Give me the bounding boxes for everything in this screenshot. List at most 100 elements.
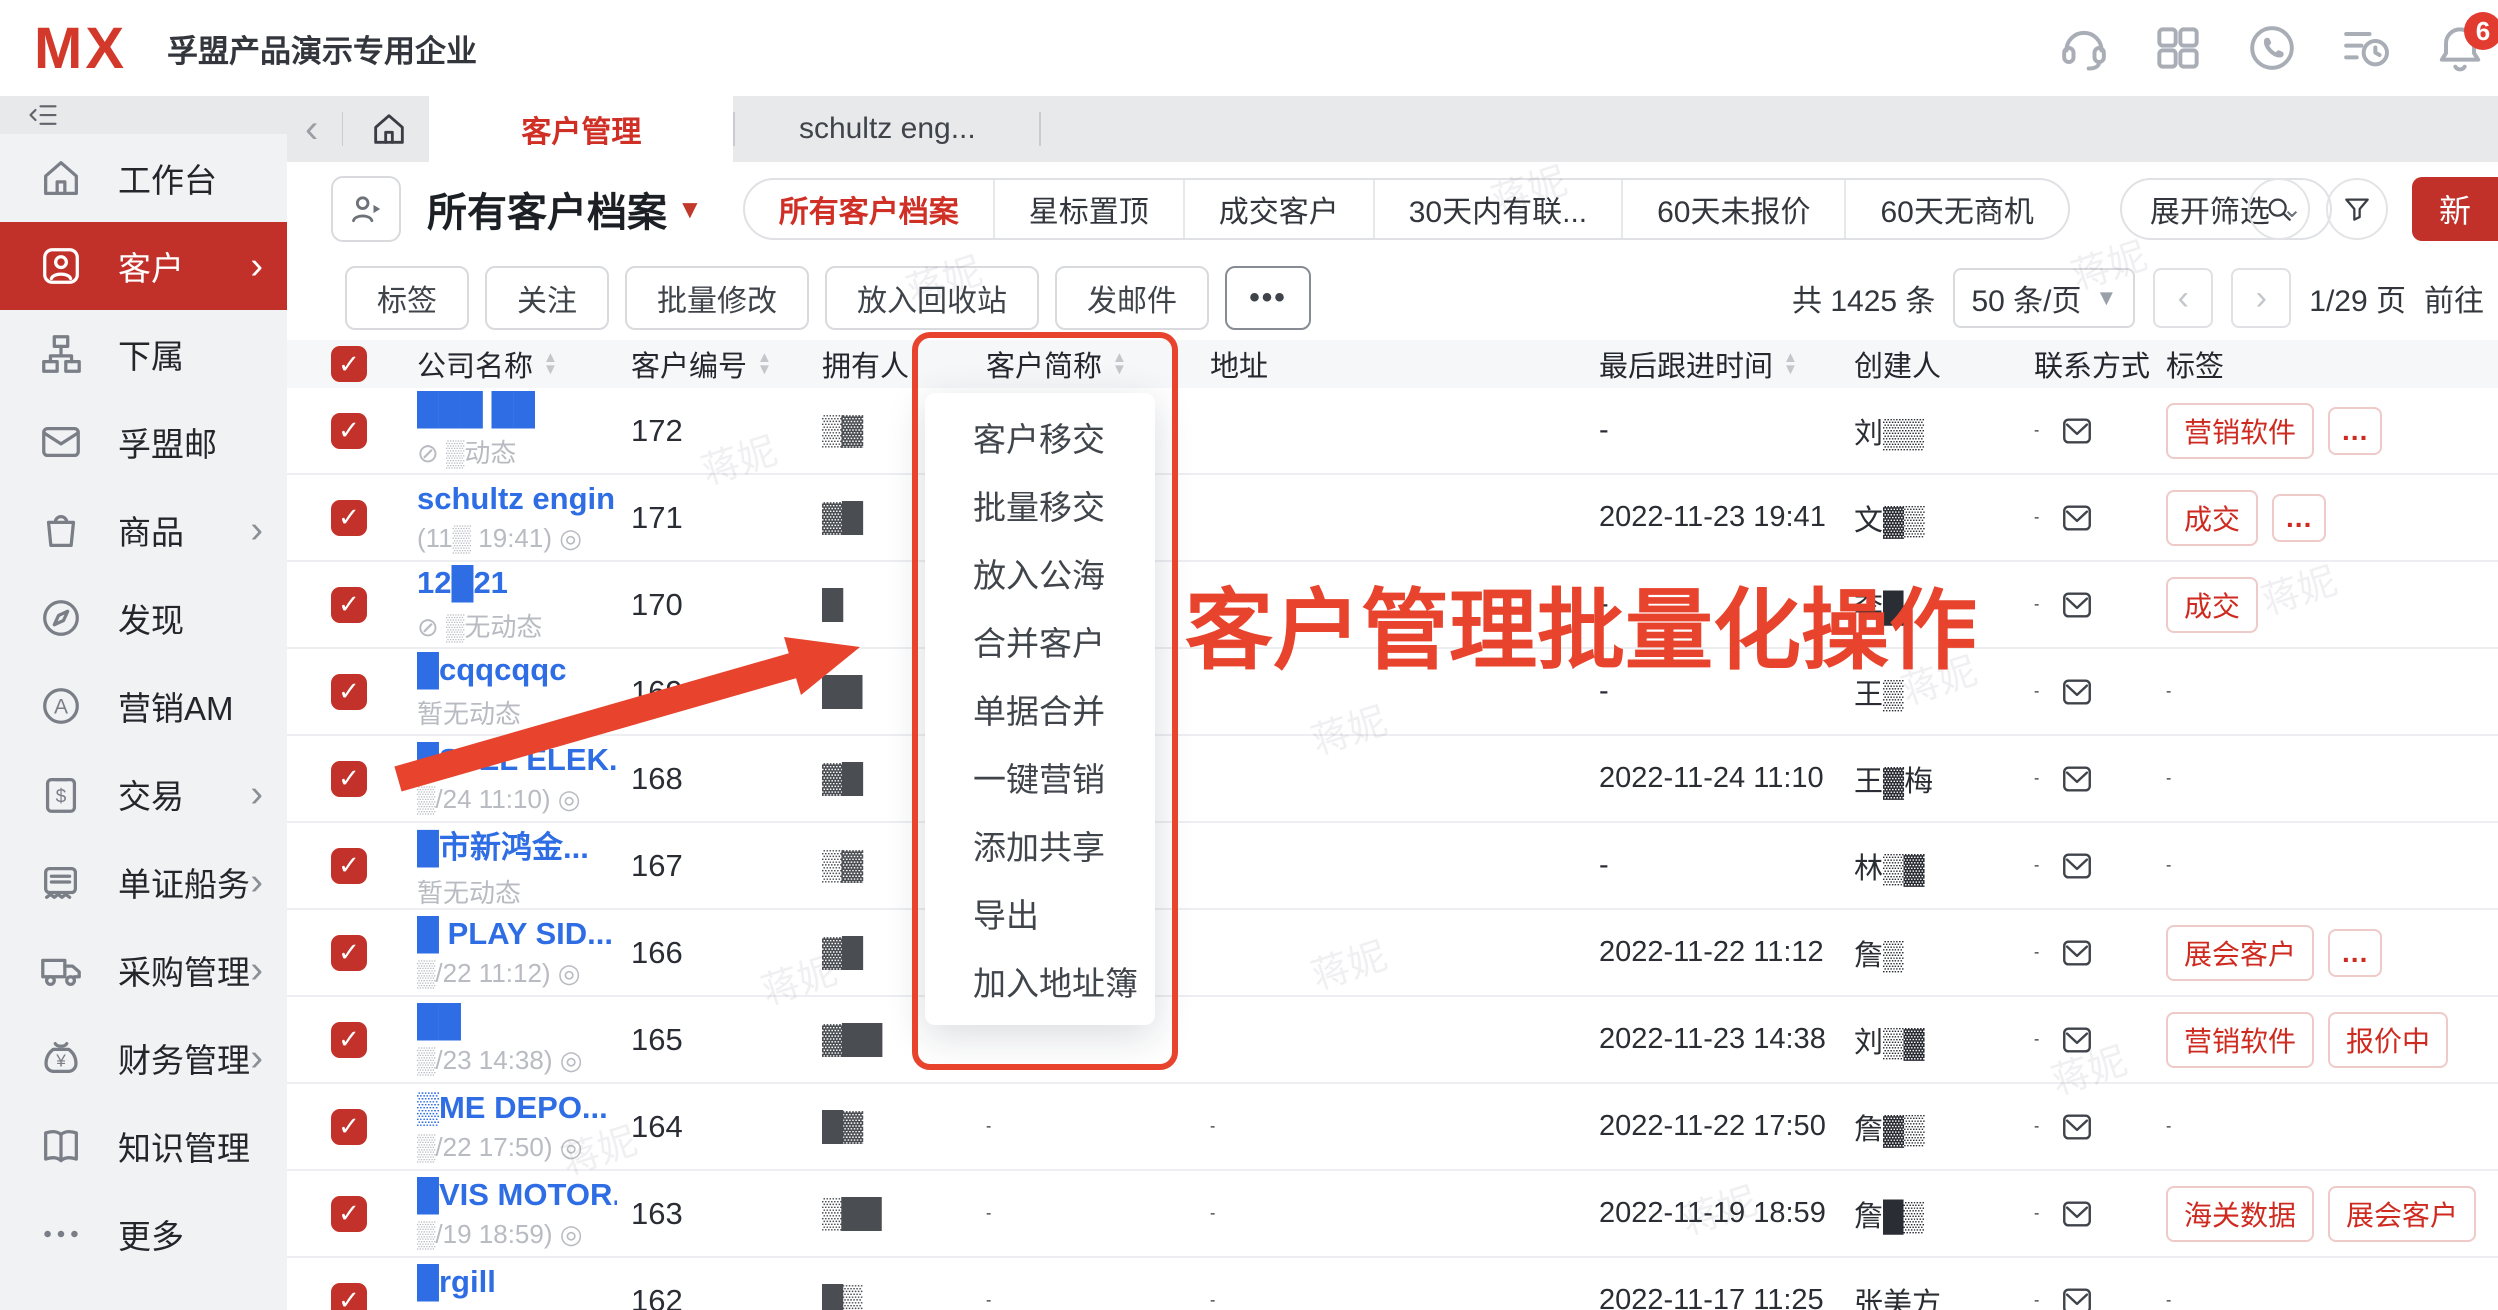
quick-filter-6[interactable]: 60天无商机 bbox=[1846, 180, 2067, 238]
more-tags-button[interactable]: ... bbox=[2328, 407, 2382, 455]
action-button-2[interactable]: 关注 bbox=[485, 266, 609, 330]
sort-icon[interactable]: ▲▼ bbox=[1112, 352, 1127, 376]
sidebar-item-workbench[interactable]: 工作台 bbox=[0, 134, 287, 222]
search-button[interactable] bbox=[2248, 178, 2310, 240]
column-header[interactable]: 客户编号▲▼ bbox=[617, 343, 812, 385]
back-button[interactable]: ‹ bbox=[287, 96, 336, 162]
sidebar-item-customers[interactable]: 客户› bbox=[0, 222, 287, 310]
sidebar-item-purchasing[interactable]: 采购管理› bbox=[0, 926, 287, 1014]
quick-filter-5[interactable]: 60天未报价 bbox=[1623, 180, 1846, 238]
more-tags-button[interactable]: ... bbox=[2272, 494, 2326, 542]
quick-filter-3[interactable]: 成交客户 bbox=[1185, 180, 1375, 238]
sidebar-item-marketing-am[interactable]: A营销AM bbox=[0, 662, 287, 750]
send-email-button[interactable] bbox=[2059, 1110, 2095, 1144]
send-email-button[interactable] bbox=[2059, 501, 2095, 535]
company-name-link[interactable]: schultz engin... bbox=[417, 481, 617, 517]
next-page-button[interactable]: › bbox=[2231, 268, 2291, 328]
sidebar-item-subordinates[interactable]: 下属 bbox=[0, 310, 287, 398]
tab-1[interactable]: 客户管理 bbox=[429, 96, 733, 162]
new-customer-button[interactable]: 新 bbox=[2412, 177, 2498, 241]
row-checkbox[interactable] bbox=[331, 1109, 367, 1145]
row-checkbox[interactable] bbox=[331, 1283, 367, 1310]
row-checkbox[interactable] bbox=[331, 1022, 367, 1058]
phone-button[interactable] bbox=[2244, 20, 2300, 76]
sidebar-item-finance[interactable]: ¥财务管理› bbox=[0, 1014, 287, 1102]
send-email-button[interactable] bbox=[2059, 762, 2095, 796]
column-header[interactable]: 公司名称▲▼ bbox=[387, 343, 617, 385]
company-name-link[interactable]: ███ ██ bbox=[417, 391, 535, 427]
row-checkbox[interactable] bbox=[331, 500, 367, 536]
menu-item-6[interactable]: 一键营销 bbox=[925, 743, 1155, 811]
row-checkbox[interactable] bbox=[331, 413, 367, 449]
quick-filter-1[interactable]: 所有客户档案 bbox=[745, 180, 995, 238]
menu-item-5[interactable]: 单据合并 bbox=[925, 675, 1155, 743]
row-checkbox[interactable] bbox=[331, 1196, 367, 1232]
sidebar-item-goods[interactable]: 商品› bbox=[0, 486, 287, 574]
select-all-checkbox[interactable] bbox=[331, 346, 367, 382]
last-follow-time: - bbox=[1557, 414, 1832, 447]
quick-filter-4[interactable]: 30天内有联... bbox=[1375, 180, 1623, 238]
home-tab-button[interactable] bbox=[349, 96, 429, 162]
headset-button[interactable] bbox=[2056, 20, 2112, 76]
menu-item-4[interactable]: 合并客户 bbox=[925, 607, 1155, 675]
company-name-link[interactable]: █STEL ELEK... bbox=[417, 742, 617, 778]
sidebar-item-discover[interactable]: 发现 bbox=[0, 574, 287, 662]
more-tags-button[interactable]: ... bbox=[2328, 929, 2382, 977]
grid-button[interactable] bbox=[2150, 20, 2206, 76]
menu-item-7[interactable]: 添加共享 bbox=[925, 811, 1155, 879]
action-button-5[interactable]: 发邮件 bbox=[1055, 266, 1209, 330]
owner-scope-button[interactable] bbox=[331, 176, 401, 242]
column-header[interactable]: 客户简称▲▼ bbox=[962, 343, 1182, 385]
menu-item-2[interactable]: 批量移交 bbox=[925, 471, 1155, 539]
row-checkbox[interactable] bbox=[331, 761, 367, 797]
row-checkbox[interactable] bbox=[331, 674, 367, 710]
bell-button[interactable]: 6 bbox=[2432, 20, 2488, 76]
tasklist-button[interactable] bbox=[2338, 20, 2394, 76]
sort-icon[interactable]: ▲▼ bbox=[1783, 352, 1798, 376]
company-name-link[interactable]: 12█21 bbox=[417, 565, 542, 601]
sidebar-collapse-button[interactable] bbox=[0, 96, 287, 134]
page-size-select[interactable]: 50 条/页 ▼ bbox=[1953, 268, 2135, 328]
column-header[interactable]: 最后跟进时间▲▼ bbox=[1557, 343, 1832, 385]
company-name-link[interactable]: ▒ME DEPO... bbox=[417, 1090, 608, 1126]
send-email-button[interactable] bbox=[2059, 1284, 2095, 1310]
prev-page-button[interactable]: ‹ bbox=[2153, 268, 2213, 328]
company-name-link[interactable]: █ PLAY SID... bbox=[417, 916, 613, 952]
row-checkbox[interactable] bbox=[331, 848, 367, 884]
send-email-button[interactable] bbox=[2059, 1023, 2095, 1057]
send-email-button[interactable] bbox=[2059, 849, 2095, 883]
sidebar-item-fumeng-mail[interactable]: 孚盟邮 bbox=[0, 398, 287, 486]
sidebar-item-more[interactable]: 更多 bbox=[0, 1190, 287, 1278]
menu-item-3[interactable]: 放入公海 bbox=[925, 539, 1155, 607]
action-button-4[interactable]: 放入回收站 bbox=[825, 266, 1039, 330]
send-email-button[interactable] bbox=[2059, 675, 2095, 709]
send-email-button[interactable] bbox=[2059, 588, 2095, 622]
company-name-link[interactable]: █cqqcqqc bbox=[417, 652, 566, 688]
menu-item-8[interactable]: 导出 bbox=[925, 879, 1155, 947]
send-email-button[interactable] bbox=[2059, 936, 2095, 970]
company-name-link[interactable]: █rgill bbox=[417, 1264, 577, 1300]
sidebar-item-knowledge[interactable]: 知识管理 bbox=[0, 1102, 287, 1190]
sort-icon[interactable]: ▲▼ bbox=[543, 352, 558, 376]
more-actions-button[interactable]: ••• bbox=[1225, 266, 1311, 330]
action-button-1[interactable]: 标签 bbox=[345, 266, 469, 330]
filter-button[interactable] bbox=[2326, 178, 2388, 240]
company-name-link[interactable]: ██ bbox=[417, 1003, 582, 1039]
sort-icon[interactable]: ▲▼ bbox=[757, 352, 772, 376]
company-name-link[interactable]: █市新鸿金... bbox=[417, 822, 589, 867]
tab-2[interactable]: schultz eng... bbox=[735, 96, 1039, 162]
view-selector[interactable]: 所有客户档案 ▼ bbox=[427, 180, 703, 238]
sidebar-item-shipping-docs[interactable]: 单证船务› bbox=[0, 838, 287, 926]
contact-empty: - bbox=[2034, 1292, 2039, 1310]
send-email-button[interactable] bbox=[2059, 1197, 2095, 1231]
company-name-link[interactable]: █VIS MOTOR... bbox=[417, 1177, 617, 1213]
action-button-3[interactable]: 批量修改 bbox=[625, 266, 809, 330]
row-checkbox[interactable] bbox=[331, 587, 367, 623]
row-checkbox[interactable] bbox=[331, 935, 367, 971]
quick-filter-2[interactable]: 星标置顶 bbox=[995, 180, 1185, 238]
send-email-button[interactable] bbox=[2059, 414, 2095, 448]
menu-item-1[interactable]: 客户移交 bbox=[925, 403, 1155, 471]
menu-item-9[interactable]: 加入地址簿 bbox=[925, 947, 1155, 1015]
table-row: █STEL ELEK...▒/24 11:10) ◎168▓█2022-11-2… bbox=[287, 736, 2498, 823]
sidebar-item-trade[interactable]: $交易› bbox=[0, 750, 287, 838]
